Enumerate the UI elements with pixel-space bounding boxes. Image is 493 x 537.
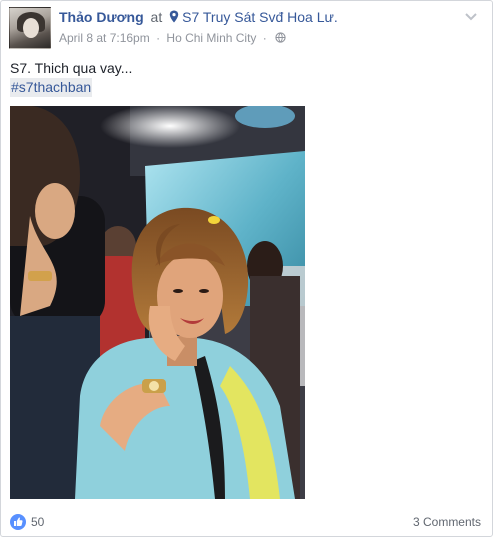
comments-link[interactable]: 3 Comments xyxy=(413,515,481,529)
at-word: at xyxy=(150,9,163,25)
location-link[interactable]: Ho Chi Minh City xyxy=(166,31,256,45)
meta-separator: · xyxy=(156,31,161,45)
author-name[interactable]: Thảo Dương xyxy=(59,9,144,25)
post-footer: 50 3 Comments xyxy=(10,512,481,532)
location-pin-icon xyxy=(169,10,179,23)
photo-illustration xyxy=(10,106,305,499)
globe-icon[interactable] xyxy=(275,32,286,43)
meta-separator-2: · xyxy=(262,31,267,45)
post-header: Thảo Dương at S7 Truy Sát Svđ Hoa Lư. Ap… xyxy=(9,7,485,49)
chevron-down-icon[interactable] xyxy=(465,13,477,21)
place-link[interactable]: S7 Truy Sát Svđ Hoa Lư. xyxy=(182,9,338,25)
hashtag-link[interactable]: #s7thachban xyxy=(10,78,93,97)
timestamp[interactable]: April 8 at 7:16pm xyxy=(59,31,150,45)
avatar[interactable] xyxy=(9,7,51,49)
thumbs-up-icon xyxy=(14,517,23,526)
post-title-line: Thảo Dương at S7 Truy Sát Svđ Hoa Lư. xyxy=(59,9,338,25)
like-count[interactable]: 50 xyxy=(31,515,44,529)
avatar-face xyxy=(23,18,39,38)
post-card: Thảo Dương at S7 Truy Sát Svđ Hoa Lư. Ap… xyxy=(0,0,493,537)
post-meta: April 8 at 7:16pm · Ho Chi Minh City · xyxy=(59,31,286,45)
post-photo[interactable] xyxy=(10,106,305,499)
like-icon[interactable] xyxy=(10,514,26,530)
post-message: S7. Thich qua vay... xyxy=(10,60,133,76)
